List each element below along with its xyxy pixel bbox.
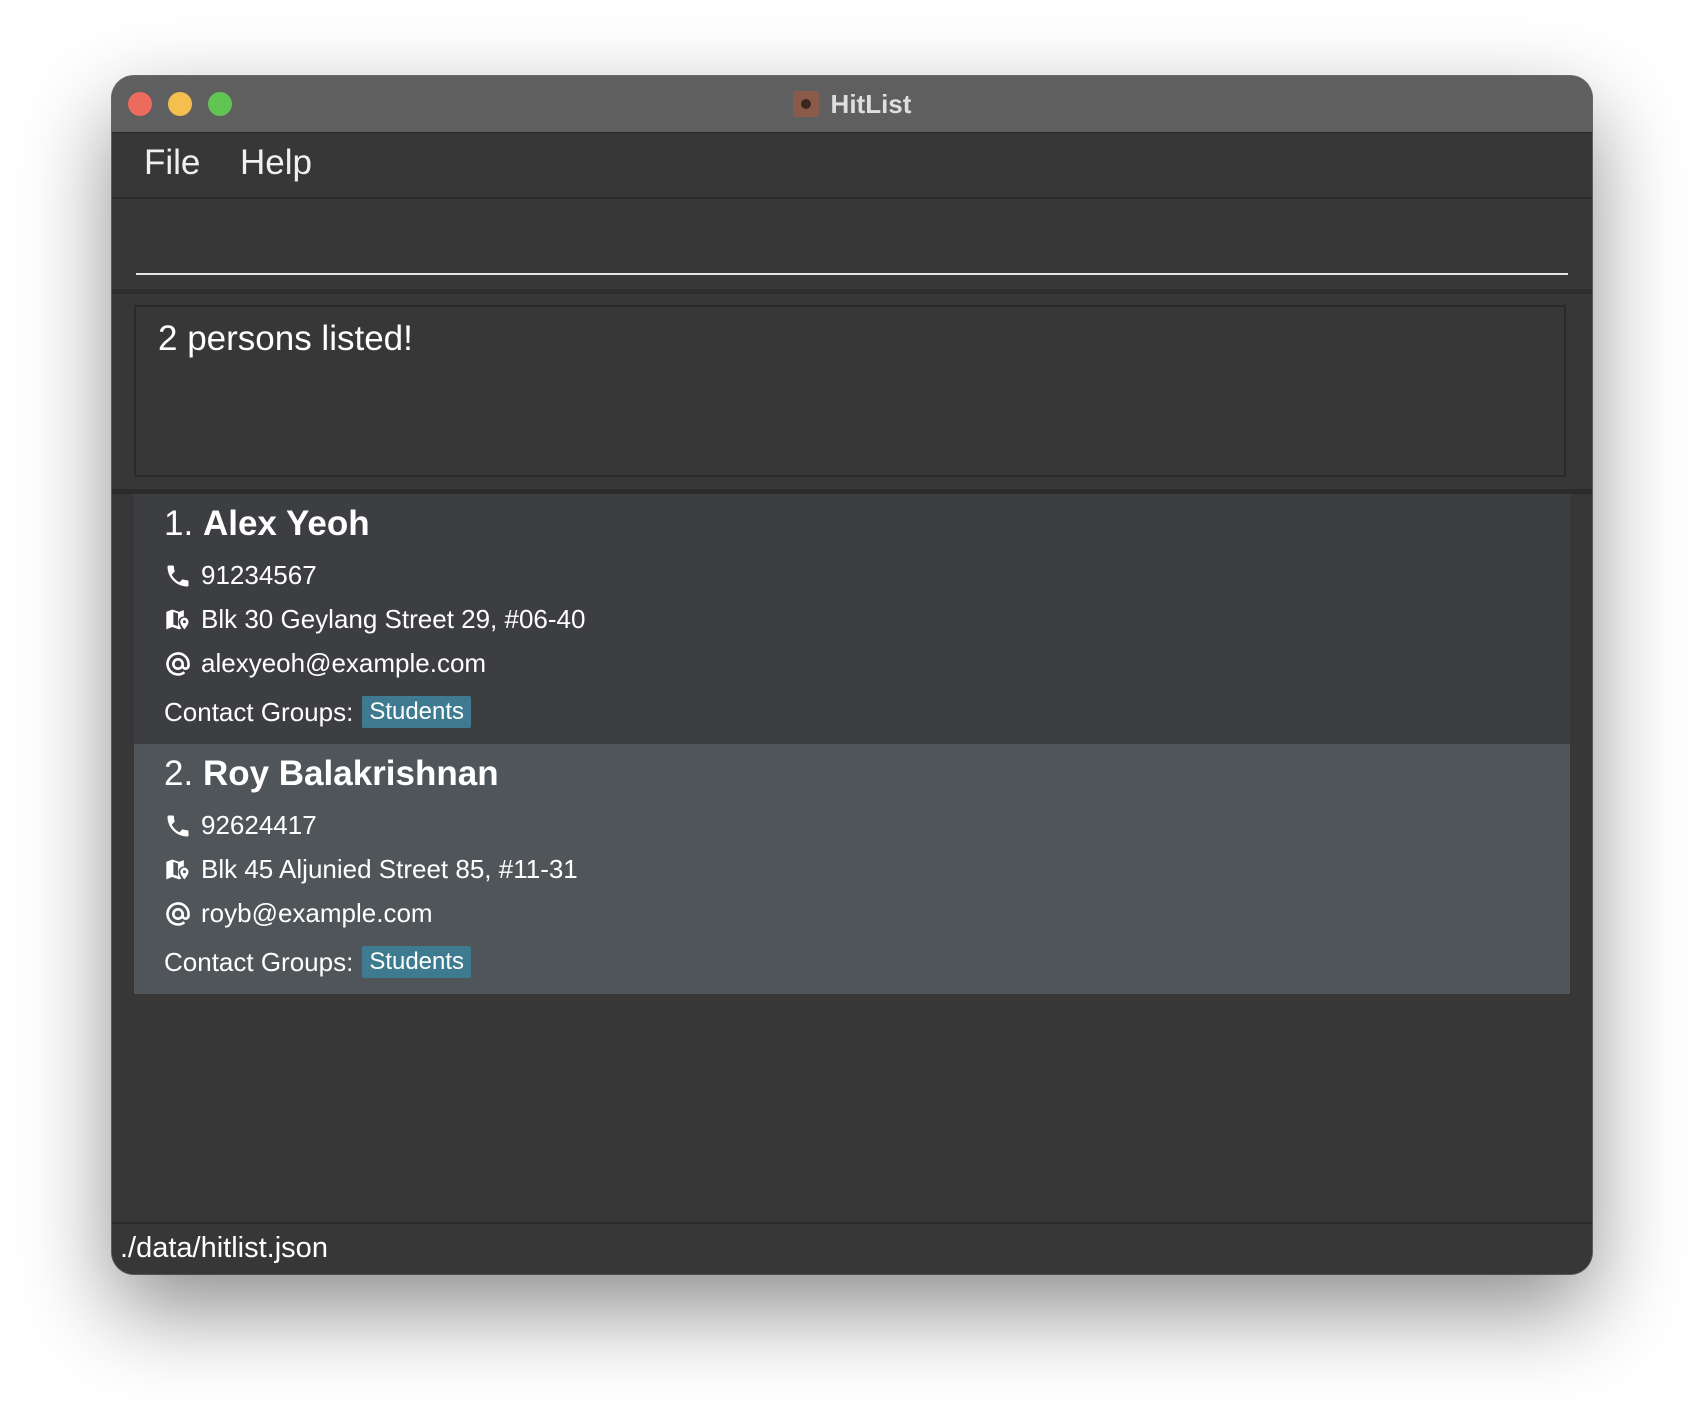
person-address-row: Blk 30 Geylang Street 29, #06-40 xyxy=(164,604,585,635)
menu-file[interactable]: File xyxy=(144,143,200,183)
person-card[interactable]: 1. Alex Yeoh 91234567 Blk 30 Geylang Str… xyxy=(134,494,1570,744)
result-display: 2 persons listed! xyxy=(134,305,1566,477)
save-file-path: ./data/hitlist.json xyxy=(120,1232,328,1264)
person-phone: 92624417 xyxy=(201,810,317,840)
person-list[interactable]: 1. Alex Yeoh 91234567 Blk 30 Geylang Str… xyxy=(112,494,1592,1200)
window-title: HitList xyxy=(830,88,912,119)
person-email: royb@example.com xyxy=(201,898,433,928)
person-email: alexyeoh@example.com xyxy=(201,648,487,678)
command-box xyxy=(112,199,1592,294)
phone-icon xyxy=(167,565,189,586)
person-name: Roy Balakrishnan xyxy=(202,754,499,793)
person-title: 2. Roy Balakrishnan xyxy=(164,754,499,794)
title-bar[interactable]: HitList xyxy=(112,76,1592,133)
person-address: Blk 45 Aljunied Street 85, #11-31 xyxy=(201,854,578,884)
person-phone: 91234567 xyxy=(201,560,317,590)
person-phone-row: 91234567 xyxy=(164,560,317,591)
result-message: 2 persons listed! xyxy=(158,319,413,358)
contact-groups-label: Contact Groups: xyxy=(164,696,354,727)
map-pin-icon xyxy=(166,609,189,629)
person-groups-row: Contact Groups: Students xyxy=(164,696,472,728)
person-index: 2. xyxy=(164,754,194,793)
command-input[interactable] xyxy=(136,213,1568,275)
person-title: 1. Alex Yeoh xyxy=(164,504,370,544)
person-address: Blk 30 Geylang Street 29, #06-40 xyxy=(201,604,586,634)
hitlist-app-icon xyxy=(792,91,819,117)
person-email-row: royb@example.com xyxy=(164,898,433,929)
group-tag: Students xyxy=(362,946,472,978)
app-window: HitList File Help 2 persons listed! 1. A… xyxy=(112,76,1592,1274)
at-sign-icon xyxy=(166,651,190,676)
phone-icon xyxy=(167,815,189,836)
map-pin-icon xyxy=(166,859,189,879)
window-title-group: HitList xyxy=(112,76,1592,132)
person-card-selected[interactable]: 2. Roy Balakrishnan 92624417 Blk 45 Alju… xyxy=(134,744,1570,994)
person-address-row: Blk 45 Aljunied Street 85, #11-31 xyxy=(164,854,578,885)
person-phone-row: 92624417 xyxy=(164,810,317,841)
person-email-row: alexyeoh@example.com xyxy=(164,648,486,679)
menu-bar: File Help xyxy=(112,133,1592,199)
at-sign-icon xyxy=(166,901,190,926)
group-tag: Students xyxy=(362,696,472,728)
person-name: Alex Yeoh xyxy=(202,504,370,543)
menu-help[interactable]: Help xyxy=(240,143,312,183)
status-bar: ./data/hitlist.json xyxy=(112,1222,1592,1274)
person-index: 1. xyxy=(164,504,194,543)
person-groups-row: Contact Groups: Students xyxy=(164,946,472,978)
contact-groups-label: Contact Groups: xyxy=(164,946,354,977)
